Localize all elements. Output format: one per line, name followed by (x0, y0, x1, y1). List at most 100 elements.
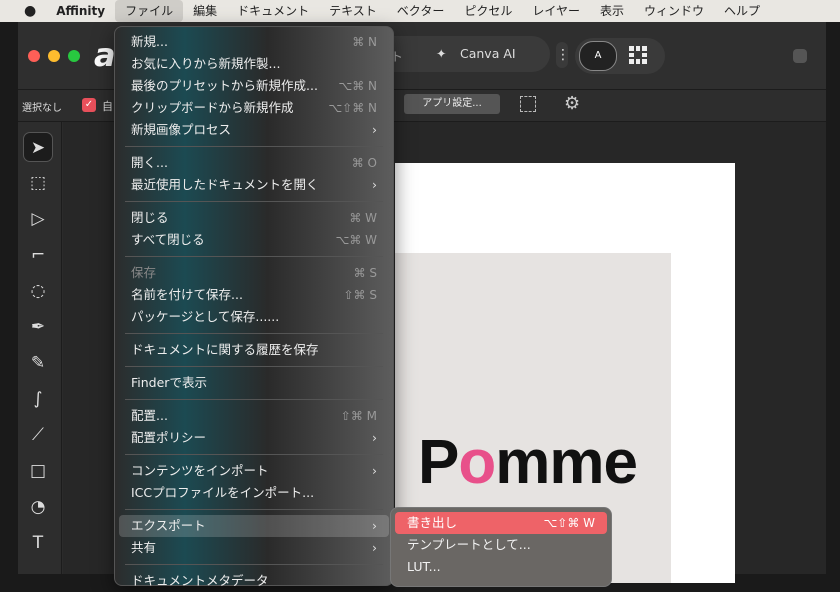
menu-item-label: 最近使用したドキュメントを開く (131, 177, 319, 192)
menu-item[interactable]: コンテンツをインポート › (119, 460, 389, 482)
menu-item-label: 閉じる (131, 210, 169, 225)
menu-text[interactable]: テキスト (319, 0, 387, 22)
menu-item-label: ドキュメントに関する履歴を保存 (131, 342, 319, 357)
selection-status: 選択なし (22, 103, 62, 114)
more-options-icon[interactable]: ⋮ (556, 42, 570, 68)
ellipse-tool-icon[interactable]: ◔ (23, 492, 53, 522)
menu-window[interactable]: ウィンドウ (634, 0, 714, 22)
menu-item[interactable]: 開く... ⌘ O (119, 152, 389, 174)
menu-item[interactable]: パッケージとして保存...... (119, 306, 389, 328)
share-icon[interactable] (793, 49, 807, 63)
menu-layer[interactable]: レイヤー (522, 0, 590, 22)
auto-checkbox[interactable]: ✓ (82, 98, 96, 112)
shape-builder-icon[interactable]: ◌ (23, 276, 53, 306)
zoom-button[interactable] (68, 50, 80, 62)
chevron-right-icon: › (372, 430, 377, 445)
menu-item[interactable]: 最近使用したドキュメントを開く › (119, 174, 389, 196)
logo-o: o (458, 428, 496, 497)
menu-item-shortcut: ⌘ N (352, 35, 377, 49)
chevron-right-icon: › (372, 463, 377, 478)
menu-view[interactable]: 表示 (590, 0, 634, 22)
menu-item[interactable]: 最後のプリセットから新規作成... ⌥⌘ N (119, 75, 389, 97)
menu-item-shortcut: ⇧⌘ M (340, 409, 377, 423)
move-tool-icon[interactable]: ➤ (23, 132, 53, 162)
menu-item: 保存 ⌘ S (119, 262, 389, 284)
auto-checkbox-label: 自 (102, 100, 113, 113)
menu-item[interactable]: テンプレートとして... (395, 534, 607, 556)
menu-item[interactable]: 配置ポリシー › (119, 427, 389, 449)
menu-item-label: すべて閉じる (131, 232, 205, 247)
menu-item[interactable]: 閉じる ⌘ W (119, 207, 389, 229)
tools-panel: ➤ ⬚ ▷ ⌐ ◌ ✒ ✎ ∫ ⟋ □ ◔ T (18, 122, 62, 574)
pen-tool-icon[interactable]: ✒ (23, 312, 53, 342)
vector-brush-icon[interactable]: ∫ (23, 384, 53, 414)
node-tool-icon[interactable]: ▷ (23, 204, 53, 234)
menu-affinity[interactable]: Affinity (46, 0, 115, 22)
pomme-logo: Pomme (418, 427, 638, 498)
menu-item[interactable]: 新規画像プロセス › (119, 119, 389, 141)
apple-menu-icon[interactable]: ● (0, 0, 46, 22)
app-settings-button[interactable]: アプリ設定... (404, 94, 500, 114)
snapping-icon[interactable] (520, 96, 536, 112)
menu-item-label: 新規... (131, 34, 168, 49)
menu-help[interactable]: ヘルプ (714, 0, 770, 22)
artboard-tool-icon[interactable]: ⬚ (23, 168, 53, 198)
file-menu: 新規... ⌘ N お気に入りから新規作製... 最後のプリセットから新規作成... ⌥… (114, 26, 394, 588)
menu-vector[interactable]: ベクター (387, 0, 455, 22)
menu-edit[interactable]: 編集 (183, 0, 227, 22)
text-tool-icon[interactable]: T (23, 528, 53, 558)
menu-item[interactable]: ドキュメントに関する履歴を保存 (119, 339, 389, 361)
minimize-button[interactable] (48, 50, 60, 62)
menu-separator (125, 564, 383, 565)
pencil-tool-icon[interactable]: ✎ (23, 348, 53, 378)
corner-tool-icon[interactable]: ⌐ (23, 240, 53, 270)
menu-item[interactable]: 名前を付けて保存... ⇧⌘ S (119, 284, 389, 306)
menu-item[interactable]: すべて閉じる ⌥⌘ W (119, 229, 389, 251)
menu-item-label: コンテンツをインポート (131, 463, 269, 478)
grid-icon[interactable] (629, 46, 647, 64)
menu-item[interactable]: 新規... ⌘ N (119, 31, 389, 53)
menu-item-shortcut: ⌥⌘ N (338, 79, 377, 93)
menu-item-label: クリップボードから新規作成 (131, 100, 294, 115)
menu-item-label: 配置... (131, 408, 168, 423)
gradient-tool-icon[interactable]: ⟋ (23, 420, 53, 450)
menu-item-label: ICCプロファイルをインポート... (131, 485, 315, 500)
rectangle-tool-icon[interactable]: □ (23, 456, 53, 486)
sparkle-icon: ✦ (436, 46, 447, 61)
menu-item[interactable]: Finderで表示 (119, 372, 389, 394)
persona-layout-button[interactable]: A (579, 41, 617, 71)
menu-item[interactable]: 書き出し ⌥⇧⌘ W (395, 512, 607, 534)
menu-item[interactable]: エクスポート › (119, 515, 389, 537)
menu-item-shortcut: ⇧⌘ S (343, 288, 378, 302)
menu-item-label: 共有 (131, 540, 157, 555)
menu-item[interactable]: ICCプロファイルをインポート... (119, 482, 389, 504)
menu-item[interactable]: 配置... ⇧⌘ M (119, 405, 389, 427)
close-button[interactable] (28, 50, 40, 62)
menu-item[interactable]: ドキュメントメタデータ (119, 570, 389, 592)
menu-item-label: ドキュメントメタデータ (131, 573, 269, 588)
menu-item-shortcut: ⌘ W (349, 211, 377, 225)
menu-item[interactable]: クリップボードから新規作成 ⌥⇧⌘ N (119, 97, 389, 119)
menu-file[interactable]: ファイル (115, 0, 184, 22)
menu-item-label: パッケージとして保存...... (131, 309, 280, 324)
menu-item-shortcut: ⌥⇧⌘ N (328, 101, 377, 115)
menu-separator (125, 333, 383, 334)
menu-pixel[interactable]: ピクセル (454, 0, 522, 22)
menu-bar: ● Affinity ファイル 編集 ドキュメント テキスト ベクター ピクセル… (0, 0, 840, 22)
affinity-logo: a (94, 36, 116, 74)
canva-ai-button[interactable]: Canva AI (460, 46, 516, 61)
menu-item[interactable]: お気に入りから新規作製... (119, 53, 389, 75)
menu-separator (125, 509, 383, 510)
menu-item[interactable]: LUT... (395, 556, 607, 578)
chevron-right-icon: › (372, 540, 377, 555)
menu-item-shortcut: ⌥⌘ W (335, 233, 377, 247)
chevron-right-icon: › (372, 122, 377, 137)
chevron-right-icon: › (372, 177, 377, 192)
gear-icon[interactable]: ⚙ (564, 93, 580, 114)
menu-item[interactable]: 共有 › (119, 537, 389, 559)
menu-separator (125, 454, 383, 455)
menu-separator (125, 146, 383, 147)
menu-document[interactable]: ドキュメント (227, 0, 319, 22)
menu-separator (125, 399, 383, 400)
menu-item-shortcut: ⌘ S (353, 266, 377, 280)
